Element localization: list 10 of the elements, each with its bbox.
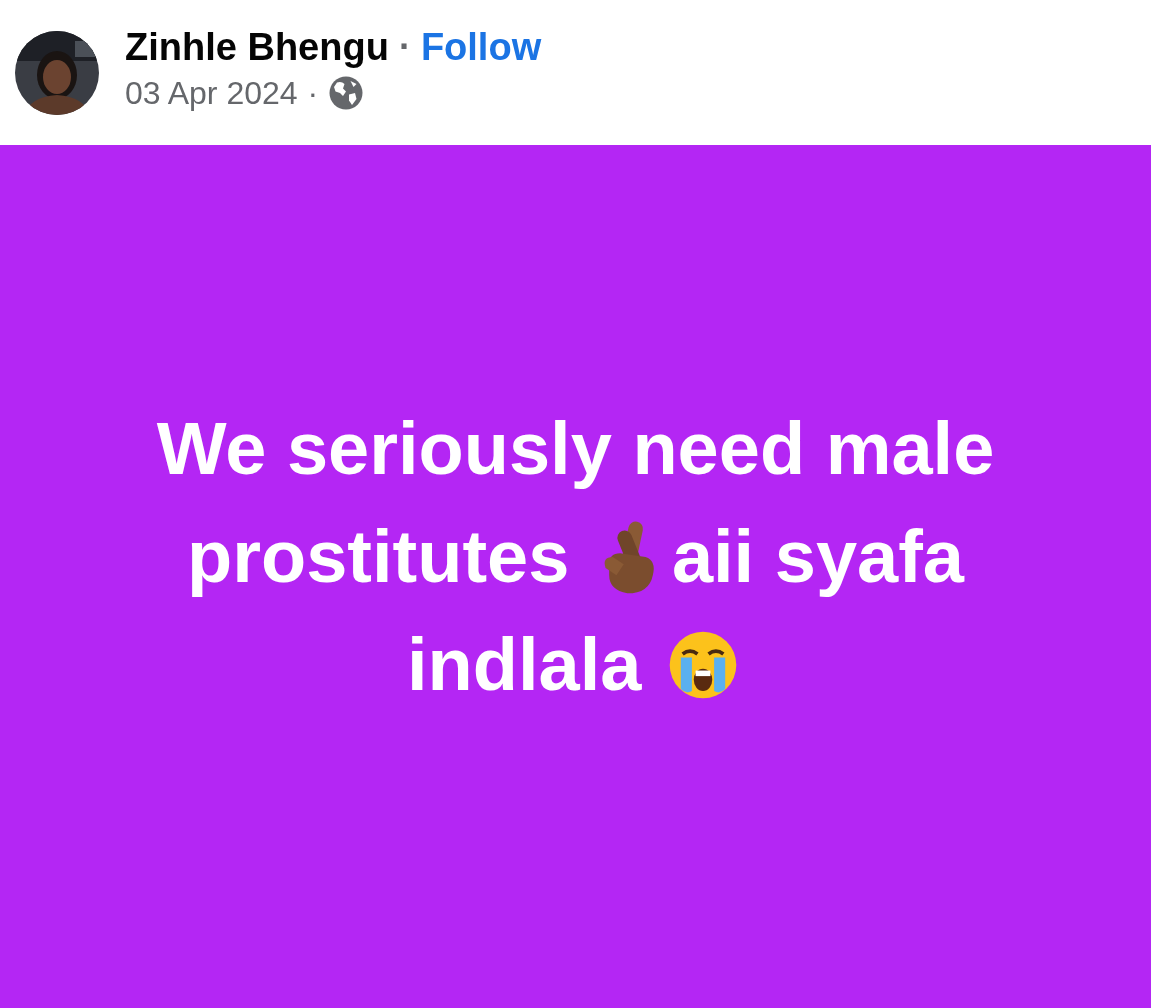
post-text: indlala: [407, 622, 643, 707]
post-date[interactable]: 03 Apr 2024: [125, 74, 298, 112]
separator-dot: ·: [398, 26, 411, 68]
author-name[interactable]: Zinhle Bhengu: [125, 25, 389, 69]
separator-dot: ·: [307, 74, 319, 112]
follow-link[interactable]: Follow: [420, 25, 542, 69]
post-text: prostitutes: [187, 514, 571, 599]
post-text: We seriously need male: [156, 406, 995, 491]
globe-icon: [328, 75, 365, 111]
post-text: aii syafa: [671, 514, 964, 599]
